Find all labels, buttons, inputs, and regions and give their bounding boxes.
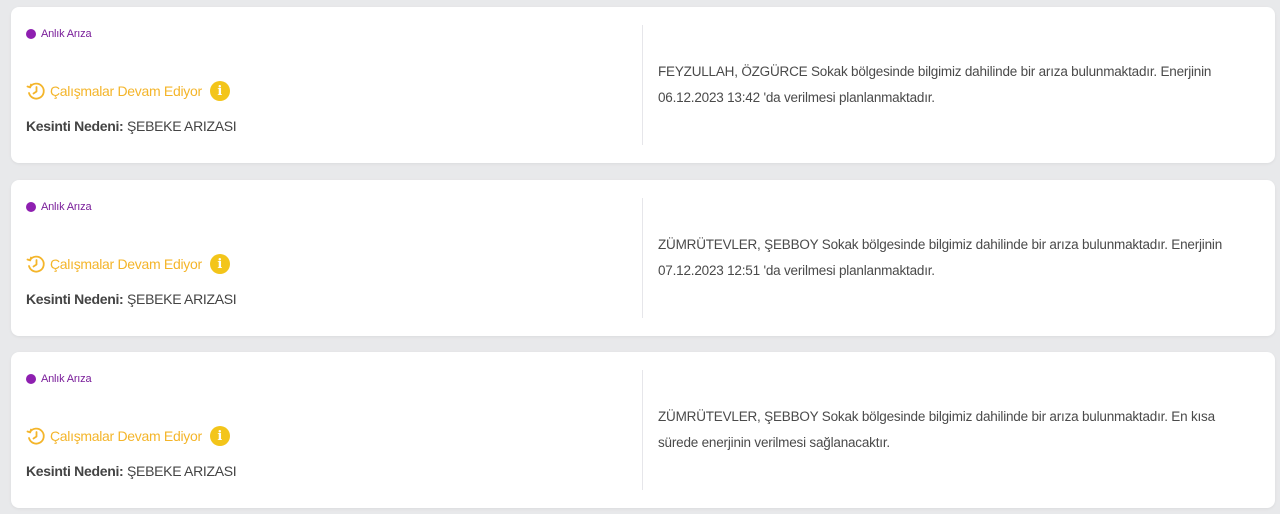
info-icon[interactable]: i (209, 81, 230, 101)
work-status: Çalışmalar Devam Ediyor i (26, 81, 230, 101)
outage-summary: Anlık Arıza Çalışmalar Devam Ediyor i Ke… (11, 352, 642, 508)
outage-description: FEYZULLAH, ÖZGÜRCE Sokak bölgesinde bilg… (658, 7, 1255, 163)
outage-type-label: Anlık Arıza (41, 201, 92, 213)
outage-reason-label: Kesinti Nedeni: (26, 118, 124, 134)
outage-list: Anlık Arıza Çalışmalar Devam Ediyor i Ke… (0, 0, 1280, 514)
work-status-text: Çalışmalar Devam Ediyor (50, 256, 202, 272)
status-dot-icon (26, 29, 36, 39)
outage-reason-label: Kesinti Nedeni: (26, 291, 124, 307)
outage-reason: Kesinti Nedeni: ŞEBEKE ARIZASI (26, 463, 237, 479)
outage-summary: Anlık Arıza Çalışmalar Devam Ediyor i Ke… (11, 180, 642, 336)
outage-description: ZÜMRÜTEVLER, ŞEBBOY Sokak bölgesinde bil… (658, 352, 1255, 508)
outage-card: Anlık Arıza Çalışmalar Devam Ediyor i Ke… (11, 7, 1275, 163)
info-icon[interactable]: i (209, 254, 230, 274)
work-status: Çalışmalar Devam Ediyor i (26, 426, 230, 446)
outage-type-label: Anlık Arıza (41, 28, 92, 40)
work-status-text: Çalışmalar Devam Ediyor (50, 428, 202, 444)
status-dot-icon (26, 202, 36, 212)
work-status-text: Çalışmalar Devam Ediyor (50, 83, 202, 99)
outage-reason-value: ŞEBEKE ARIZASI (127, 118, 237, 134)
outage-type-label: Anlık Arıza (41, 373, 92, 385)
outage-reason: Kesinti Nedeni: ŞEBEKE ARIZASI (26, 291, 237, 307)
outage-reason-value: ŞEBEKE ARIZASI (127, 463, 237, 479)
outage-card: Anlık Arıza Çalışmalar Devam Ediyor i Ke… (11, 352, 1275, 508)
outage-type-badge: Anlık Arıza (26, 28, 92, 40)
work-status: Çalışmalar Devam Ediyor i (26, 254, 230, 274)
outage-reason: Kesinti Nedeni: ŞEBEKE ARIZASI (26, 118, 237, 134)
outage-summary: Anlık Arıza Çalışmalar Devam Ediyor i Ke… (11, 7, 642, 163)
card-divider (642, 370, 643, 490)
outage-description: ZÜMRÜTEVLER, ŞEBBOY Sokak bölgesinde bil… (658, 180, 1255, 336)
outage-reason-value: ŞEBEKE ARIZASI (127, 291, 237, 307)
card-divider (642, 25, 643, 145)
outage-card: Anlık Arıza Çalışmalar Devam Ediyor i Ke… (11, 180, 1275, 336)
status-dot-icon (26, 374, 36, 384)
outage-description-text: ZÜMRÜTEVLER, ŞEBBOY Sokak bölgesinde bil… (658, 237, 1223, 278)
clock-rotate-icon (26, 255, 45, 273)
outage-description-text: ZÜMRÜTEVLER, ŞEBBOY Sokak bölgesinde bil… (658, 409, 1215, 450)
outage-reason-label: Kesinti Nedeni: (26, 463, 124, 479)
clock-rotate-icon (26, 82, 45, 100)
clock-rotate-icon (26, 427, 45, 445)
info-icon[interactable]: i (209, 426, 230, 446)
outage-type-badge: Anlık Arıza (26, 373, 92, 385)
outage-type-badge: Anlık Arıza (26, 201, 92, 213)
card-divider (642, 198, 643, 318)
outage-description-text: FEYZULLAH, ÖZGÜRCE Sokak bölgesinde bilg… (658, 64, 1212, 105)
